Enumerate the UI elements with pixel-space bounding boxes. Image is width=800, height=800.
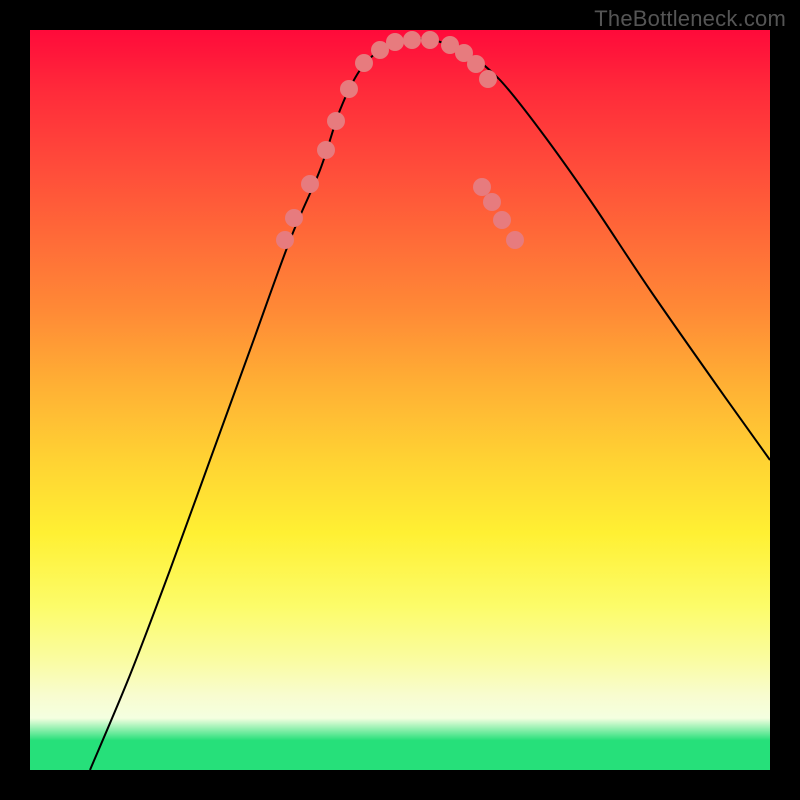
marker-dot — [483, 193, 501, 211]
chart-svg — [30, 30, 770, 770]
plot-area — [30, 30, 770, 770]
marker-dot — [479, 70, 497, 88]
marker-dot — [467, 55, 485, 73]
marker-dot — [403, 31, 421, 49]
marker-dot — [386, 33, 404, 51]
marker-dot — [473, 178, 491, 196]
chart-stage: TheBottleneck.com — [0, 0, 800, 800]
marker-dot — [285, 209, 303, 227]
marker-dot — [301, 175, 319, 193]
marker-dot — [355, 54, 373, 72]
curve-markers — [276, 31, 524, 249]
marker-dot — [421, 31, 439, 49]
marker-dot — [493, 211, 511, 229]
marker-dot — [506, 231, 524, 249]
marker-dot — [327, 112, 345, 130]
marker-dot — [317, 141, 335, 159]
marker-dot — [276, 231, 294, 249]
bottleneck-curve — [90, 39, 770, 770]
watermark-text: TheBottleneck.com — [594, 6, 786, 32]
marker-dot — [340, 80, 358, 98]
